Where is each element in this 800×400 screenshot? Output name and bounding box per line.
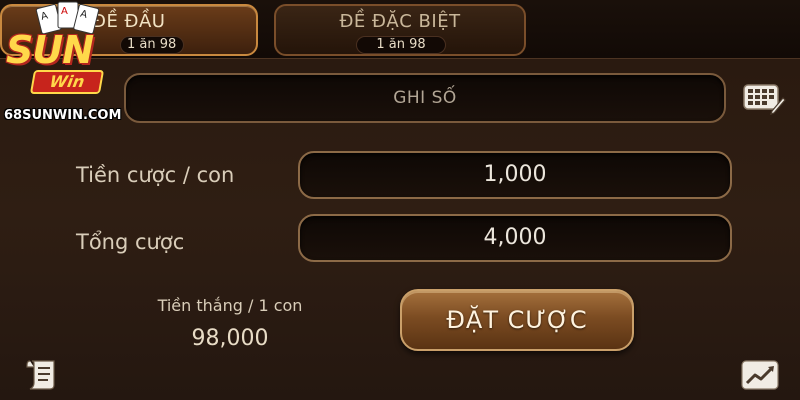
- brand-logo: A A A SUN Win 68SUNWIN.COM: [0, 0, 140, 130]
- history-icon[interactable]: [24, 357, 64, 393]
- keypad-icon[interactable]: [742, 81, 786, 115]
- total-bet-value: 4,000: [483, 225, 547, 250]
- number-input-placeholder: GHI SỐ: [393, 88, 457, 108]
- winnings-value: 98,000: [191, 326, 269, 351]
- number-input[interactable]: GHI SỐ: [124, 73, 726, 123]
- bet-per-number-value: 1,000: [483, 162, 547, 187]
- logo-wordmark: SUN: [6, 28, 94, 72]
- tab-payout-badge: 1 ăn 98: [356, 36, 446, 54]
- place-bet-button[interactable]: ĐẶT CƯỢC: [400, 289, 634, 351]
- logo-domain: 68SUNWIN.COM: [4, 108, 122, 123]
- logo-ribbon: Win: [29, 70, 105, 94]
- total-bet-field: 4,000: [298, 214, 732, 262]
- tab-title: ĐỀ ĐẶC BIỆT: [339, 11, 461, 32]
- total-bet-label: Tổng cược: [76, 230, 185, 254]
- winnings-label: Tiền thắng / 1 con: [157, 296, 303, 315]
- bet-per-number-field[interactable]: 1,000: [298, 151, 732, 199]
- tab-de-dac-biet[interactable]: ĐỀ ĐẶC BIỆT 1 ăn 98: [274, 4, 526, 56]
- svg-text:A: A: [61, 6, 68, 17]
- bet-per-number-label: Tiền cược / con: [76, 163, 235, 187]
- chart-icon[interactable]: [738, 357, 782, 393]
